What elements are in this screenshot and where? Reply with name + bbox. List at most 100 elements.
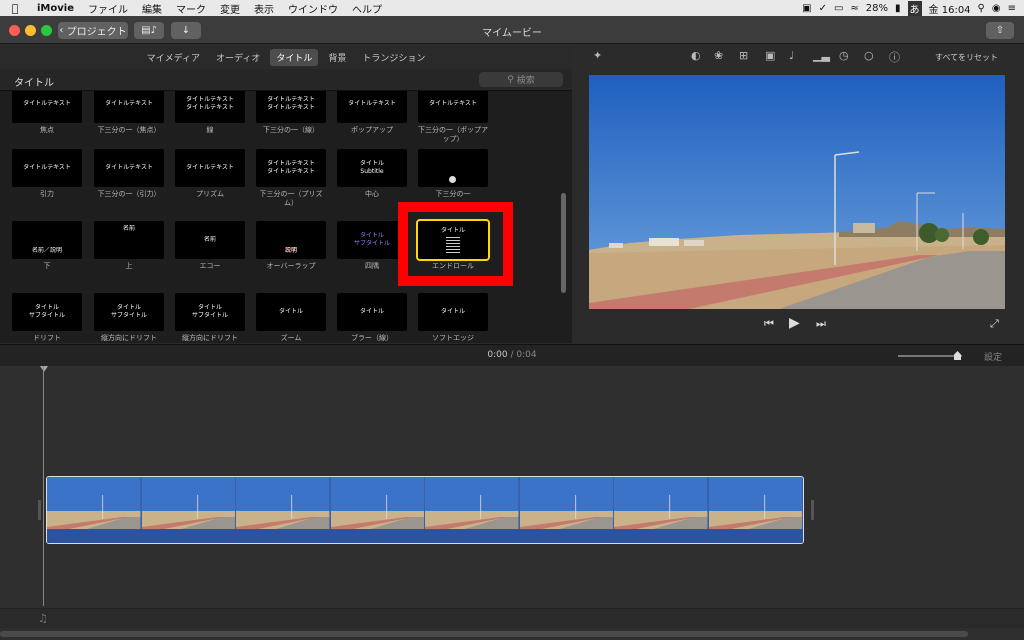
search-field[interactable]: ⚲ 検索 xyxy=(479,72,563,87)
skip-forward-icon[interactable]: ⏭ xyxy=(816,317,826,331)
title-tile[interactable]: タイトルテキスト タイトルテキスト 下三分の一（線） xyxy=(256,91,326,135)
title-thumbnail: タイトル サブタイトル xyxy=(337,221,407,259)
speed-icon[interactable]: ◷ xyxy=(839,49,849,62)
magic-wand-icon[interactable]: ✦ xyxy=(593,49,602,62)
equalizer-icon[interactable]: ▁▃ xyxy=(813,49,830,62)
volume-icon[interactable]: ♩ xyxy=(789,49,794,62)
title-tile-label: 上 xyxy=(125,262,133,270)
title-preview-text: タイトルテキスト xyxy=(105,100,153,107)
title-thumbnail: タイトルテキスト xyxy=(418,91,488,123)
fullscreen-icon[interactable]: ⤢ xyxy=(990,317,999,331)
siri-icon[interactable]: ◉ xyxy=(992,3,1001,14)
airplay-icon[interactable]: ▭ xyxy=(834,3,843,14)
title-tile-label: ブラー（線） xyxy=(351,334,393,342)
title-tile[interactable]: 名前／説明下 xyxy=(12,221,82,271)
menu-file[interactable]: ファイル xyxy=(81,1,135,16)
tab-backgrounds[interactable]: 背景 xyxy=(322,49,352,66)
title-tile[interactable]: 下三分の一 xyxy=(418,149,488,199)
title-tile[interactable]: タイトルテキスト 下三分の一（焦点） xyxy=(94,91,164,135)
title-tile[interactable]: 名前上 xyxy=(94,221,164,271)
menu-app[interactable]: iMovie xyxy=(30,3,81,14)
title-tile[interactable]: タイトルテキスト プリズム xyxy=(175,149,245,199)
title-tile[interactable]: タイトル ズーム xyxy=(256,293,326,343)
wifi-icon[interactable]: ≈ xyxy=(850,3,858,14)
title-thumbnail: タイトル xyxy=(418,293,488,331)
color-palette-icon[interactable]: ❀ xyxy=(714,49,723,62)
info-icon[interactable]: ⓘ xyxy=(889,49,900,65)
reset-all-button[interactable]: すべてをリセット xyxy=(935,52,998,63)
title-thumbnail: タイトルテキスト xyxy=(337,91,407,123)
title-thumbnail: タイトルテキスト xyxy=(94,91,164,123)
control-center-icon[interactable]: ≡ xyxy=(1008,3,1016,14)
window-titlebar: ‹ プロジェクト ▤♪ ↓ マイムービー ⇧ xyxy=(0,16,1024,44)
title-tile[interactable]: タイトルテキスト タイトルテキスト線 xyxy=(175,91,245,135)
checkmark-icon[interactable]: ✓ xyxy=(819,3,827,14)
stabilize-camera-icon[interactable]: ▣ xyxy=(765,49,775,62)
title-tile[interactable]: タイトル サブタイトル 縦方向にドリフト xyxy=(94,293,164,343)
tab-audio[interactable]: オーディオ xyxy=(210,49,266,66)
apple-logo-icon xyxy=(449,176,456,183)
zoom-slider-track[interactable] xyxy=(898,355,962,357)
share-icon: ⇧ xyxy=(995,25,1005,36)
title-preview-text: タイトルテキスト xyxy=(186,96,234,103)
share-button[interactable]: ⇧ xyxy=(986,22,1014,39)
title-tile[interactable]: タイトル Subtitle 中心 xyxy=(337,149,407,199)
battery-icon[interactable]: ▮ xyxy=(895,3,901,14)
title-tile[interactable]: 名前 説明 オーバーラップ xyxy=(256,221,326,271)
timeline[interactable]: ♫ xyxy=(0,366,1024,640)
title-preview-text: サブタイトル xyxy=(110,312,147,319)
clip-right-handle[interactable] xyxy=(811,500,814,520)
skip-back-icon[interactable]: ⏮ xyxy=(764,317,774,331)
input-method[interactable]: あ xyxy=(907,0,922,16)
color-balance-icon[interactable]: ◐ xyxy=(691,49,701,62)
menu-modify[interactable]: 変更 xyxy=(213,1,247,16)
clip-left-handle[interactable] xyxy=(38,500,41,520)
video-preview[interactable] xyxy=(589,75,1005,309)
crop-icon[interactable]: ⊞ xyxy=(739,49,748,62)
menu-help[interactable]: ヘルプ xyxy=(345,1,389,16)
title-tile[interactable]: タイトルテキスト 引力 xyxy=(12,149,82,199)
tab-transitions[interactable]: トランジション xyxy=(356,49,431,66)
playhead[interactable] xyxy=(43,366,44,606)
menu-view[interactable]: 表示 xyxy=(247,1,281,16)
title-tile[interactable]: タイトル ソフトエッジ xyxy=(418,293,488,343)
title-tile[interactable]: タイトルテキスト タイトルテキスト 下三分の一（プリズム） xyxy=(256,149,326,208)
tab-my-media[interactable]: マイメディア xyxy=(141,49,206,66)
video-clip[interactable] xyxy=(46,476,804,544)
tab-titles[interactable]: タイトル xyxy=(270,48,319,66)
menu-edit[interactable]: 編集 xyxy=(135,1,169,16)
menu-window[interactable]: ウインドウ xyxy=(281,1,345,16)
title-preview-text: 名前／説明 xyxy=(31,247,62,254)
menu-mark[interactable]: マーク xyxy=(169,1,213,16)
title-tile[interactable]: タイトル サブタイトル 縦方向にドリフト xyxy=(175,293,245,343)
title-tile[interactable]: 名前 エコー xyxy=(175,221,245,271)
clock[interactable]: 金 16:04 xyxy=(929,1,971,16)
music-lane[interactable]: ♫ xyxy=(0,608,1024,628)
viewer: ✦ ◐ ❀ ⊞ ▣ ♩ ▁▃ ◷ ○ ⓘ すべてをリセット ⏮ ▶ ⏭ ⤢ xyxy=(573,45,1024,343)
title-tile[interactable]: タイトルテキスト 下三分の一（引力） xyxy=(94,149,164,199)
filter-icon[interactable]: ○ xyxy=(864,49,874,62)
title-tile-label: 四隅 xyxy=(365,262,379,270)
title-preview-text: タイトルテキスト xyxy=(267,168,315,175)
title-tile[interactable]: タイトルテキスト 焦点 xyxy=(12,91,82,135)
notification-badge-icon[interactable]: ▣ xyxy=(802,3,811,14)
timeline-scrollbar[interactable] xyxy=(0,631,968,637)
title-tile[interactable]: タイトルテキスト ポップアップ xyxy=(337,91,407,135)
title-tile[interactable]: タイトル ブラー（線） xyxy=(337,293,407,343)
play-icon[interactable]: ▶ xyxy=(789,315,800,331)
playhead-cap[interactable] xyxy=(40,366,48,372)
music-note-icon: ♫ xyxy=(38,612,48,625)
title-thumbnail: タイトルテキスト xyxy=(12,149,82,187)
content-browser: マイメディア オーディオ タイトル 背景 トランジション タイトル ⚲ 検索 タ… xyxy=(0,45,572,343)
title-preview-text: サブタイトル xyxy=(28,312,65,319)
settings-button[interactable]: 設定 xyxy=(984,350,1002,363)
title-preview-text: タイトル xyxy=(197,304,222,311)
title-preview-text: タイトルテキスト xyxy=(267,104,315,111)
battery-percent[interactable]: 28% xyxy=(866,3,888,14)
browser-scrollbar[interactable] xyxy=(561,193,566,293)
title-tile[interactable]: タイトル サブタイトル四隅 xyxy=(337,221,407,271)
apple-menu-icon[interactable]:  xyxy=(0,2,30,15)
title-tile[interactable]: タイトル サブタイトル ドリフト xyxy=(12,293,82,343)
spotlight-icon[interactable]: ⚲ xyxy=(978,3,985,14)
title-tile[interactable]: タイトルテキスト 下三分の一（ポップアップ） xyxy=(418,91,488,144)
